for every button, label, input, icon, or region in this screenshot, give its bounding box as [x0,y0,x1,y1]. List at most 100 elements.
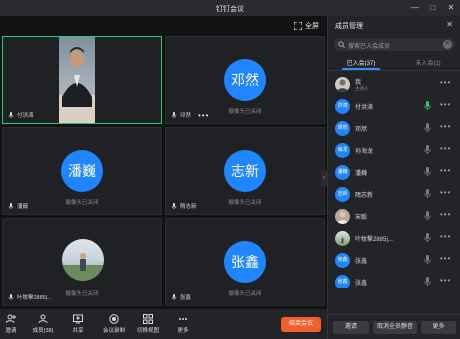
member-row[interactable]: 潘巍 潘巍 ••• [328,162,460,184]
member-more-button[interactable]: ••• [440,100,451,109]
member-row[interactable]: 海龙 孙海龙 ••• [328,140,460,162]
title-bar: 钉钉会议 — □ ✕ [0,0,460,16]
record-button[interactable]: 会议录制 [99,314,129,334]
avatar: 志新 [224,150,266,192]
avatar [335,231,350,246]
record-icon [109,314,119,324]
avatar [335,209,350,224]
video-tile-member[interactable]: 志新 摄像头已关闭 隋志新 [165,127,325,215]
tile-name-label: 张鑫 [171,293,191,301]
panel-more-button[interactable]: 更多 [421,321,456,334]
tab-not-joined[interactable]: 未入会(1) [398,58,458,67]
clear-search-icon[interactable]: ✕ [443,40,452,49]
video-tile-speaker[interactable]: 付洪涛 [2,36,162,124]
person-icon [337,79,348,92]
close-icon[interactable]: ✕ [446,3,456,13]
switch-view-button[interactable]: 切换视图 [133,314,163,334]
mic-icon [8,112,14,118]
member-name: 付洪涛 [355,105,374,111]
tile-more-button[interactable]: ••• [198,111,209,120]
mic-muted-icon[interactable] [424,233,431,243]
invite-icon [6,314,16,324]
window-title: 钉钉会议 [216,6,244,13]
video-tile-member[interactable]: 潘巍 摄像头已关闭 潘巍 [2,127,162,215]
member-row[interactable]: 志新 隋志新 ••• [328,184,460,206]
member-name: 宋毅 [355,215,368,221]
video-top-bar: 全屏 [0,16,327,36]
mic-icon [171,203,177,209]
member-more-button[interactable]: ••• [440,276,451,285]
member-more-button[interactable]: ••• [440,232,451,241]
member-more-button[interactable]: ••• [440,122,451,131]
mic-muted-icon[interactable] [424,277,431,287]
more-button[interactable]: 更多 [168,314,198,334]
maximize-icon[interactable]: □ [428,3,438,13]
mic-icon [8,294,14,300]
unmute-all-button[interactable]: 取消全员静音 [373,321,417,334]
video-area: 全屏 付洪涛 邓然 摄像头已关闭 邓然 ••• 潘巍 摄像头已关闭 潘巍 志新 … [0,16,327,309]
member-more-button[interactable]: ••• [440,78,451,87]
invite-member-button[interactable]: 邀请 [333,321,369,334]
member-row[interactable]: 叶牧擊2885|... ••• [328,228,460,250]
mic-muted-icon[interactable] [424,255,431,265]
member-name: 潘巍 [355,171,368,177]
mic-muted-icon[interactable] [424,145,431,155]
avatar: 海龙 [335,143,350,158]
panel-close-icon[interactable]: ✕ [446,20,453,29]
member-more-button[interactable]: ••• [440,210,451,219]
member-search-input[interactable]: 搜索已入会成员 ✕ [334,38,455,51]
avatar [335,77,350,92]
invite-button[interactable]: 邀请 [0,314,26,334]
fullscreen-button[interactable]: 全屏 [294,21,319,31]
member-name: 叶牧擊2885|... [355,237,393,243]
avatar: 张鑫 [224,241,266,283]
panel-title: 成员管理 [335,23,363,30]
fullscreen-label: 全屏 [305,23,319,30]
mic-icon [171,294,177,300]
video-tile-member[interactable]: 邓然 摄像头已关闭 邓然 ••• [165,36,325,124]
member-name: 我 [355,80,362,86]
member-row[interactable]: 张鑫 张鑫 ••• [328,250,460,272]
member-row[interactable]: 张鑫 张鑫 ••• [328,272,460,288]
grid-view-icon [143,314,153,324]
more-icon [179,318,187,320]
mic-muted-icon[interactable] [424,123,431,133]
divider [328,70,460,71]
member-row[interactable]: 我 主持人 ••• [328,74,460,96]
mic-active-icon[interactable] [424,101,431,111]
member-more-button[interactable]: ••• [440,188,451,197]
tile-name-label: 叶牧擊2885|... [8,293,52,301]
tab-joined[interactable]: 已入会(37) [331,58,391,67]
minimize-icon[interactable]: — [410,3,420,13]
tile-name-label: 隋志新 [171,202,197,210]
tile-name-label: 付洪涛 [8,111,34,119]
mic-muted-icon[interactable] [424,167,431,177]
tile-name-label: 潘巍 [8,202,28,210]
avatar: 邓然 [335,121,350,136]
members-button[interactable]: 成员(38) [28,314,58,334]
avatar: 张鑫 [335,275,350,288]
speaker-video [59,37,95,123]
share-icon [73,314,83,324]
avatar: 志新 [335,187,350,202]
video-tile-member[interactable]: 张鑫 摄像头已关闭 张鑫 [165,218,325,306]
avatar: 邓然 [224,59,266,101]
member-name: 邓然 [355,127,368,133]
fullscreen-icon [294,22,302,30]
mic-icon [171,112,177,118]
share-button[interactable]: 共享 [63,314,93,334]
search-placeholder: 搜索已入会成员 [348,44,391,50]
member-row[interactable]: 邓然 邓然 ••• [328,118,460,140]
end-meeting-button[interactable]: 结束会议 [281,317,321,332]
mic-muted-icon[interactable] [424,189,431,199]
member-row[interactable]: 洪涛 付洪涛 ••• [328,96,460,118]
member-more-button[interactable]: ••• [440,254,451,263]
member-more-button[interactable]: ••• [440,144,451,153]
member-row[interactable]: 宋毅 ••• [328,206,460,228]
avatar: 张鑫 [335,253,350,268]
mic-muted-icon[interactable] [424,211,431,221]
member-more-button[interactable]: ••• [440,166,451,175]
video-tile-member[interactable]: 摄像头已关闭 叶牧擊2885|... [2,218,162,306]
person-icon [337,211,348,224]
meeting-toolbar: 邀请 成员(38) 共享 会议录制 切换视图 更多 结束会议 [0,309,327,339]
